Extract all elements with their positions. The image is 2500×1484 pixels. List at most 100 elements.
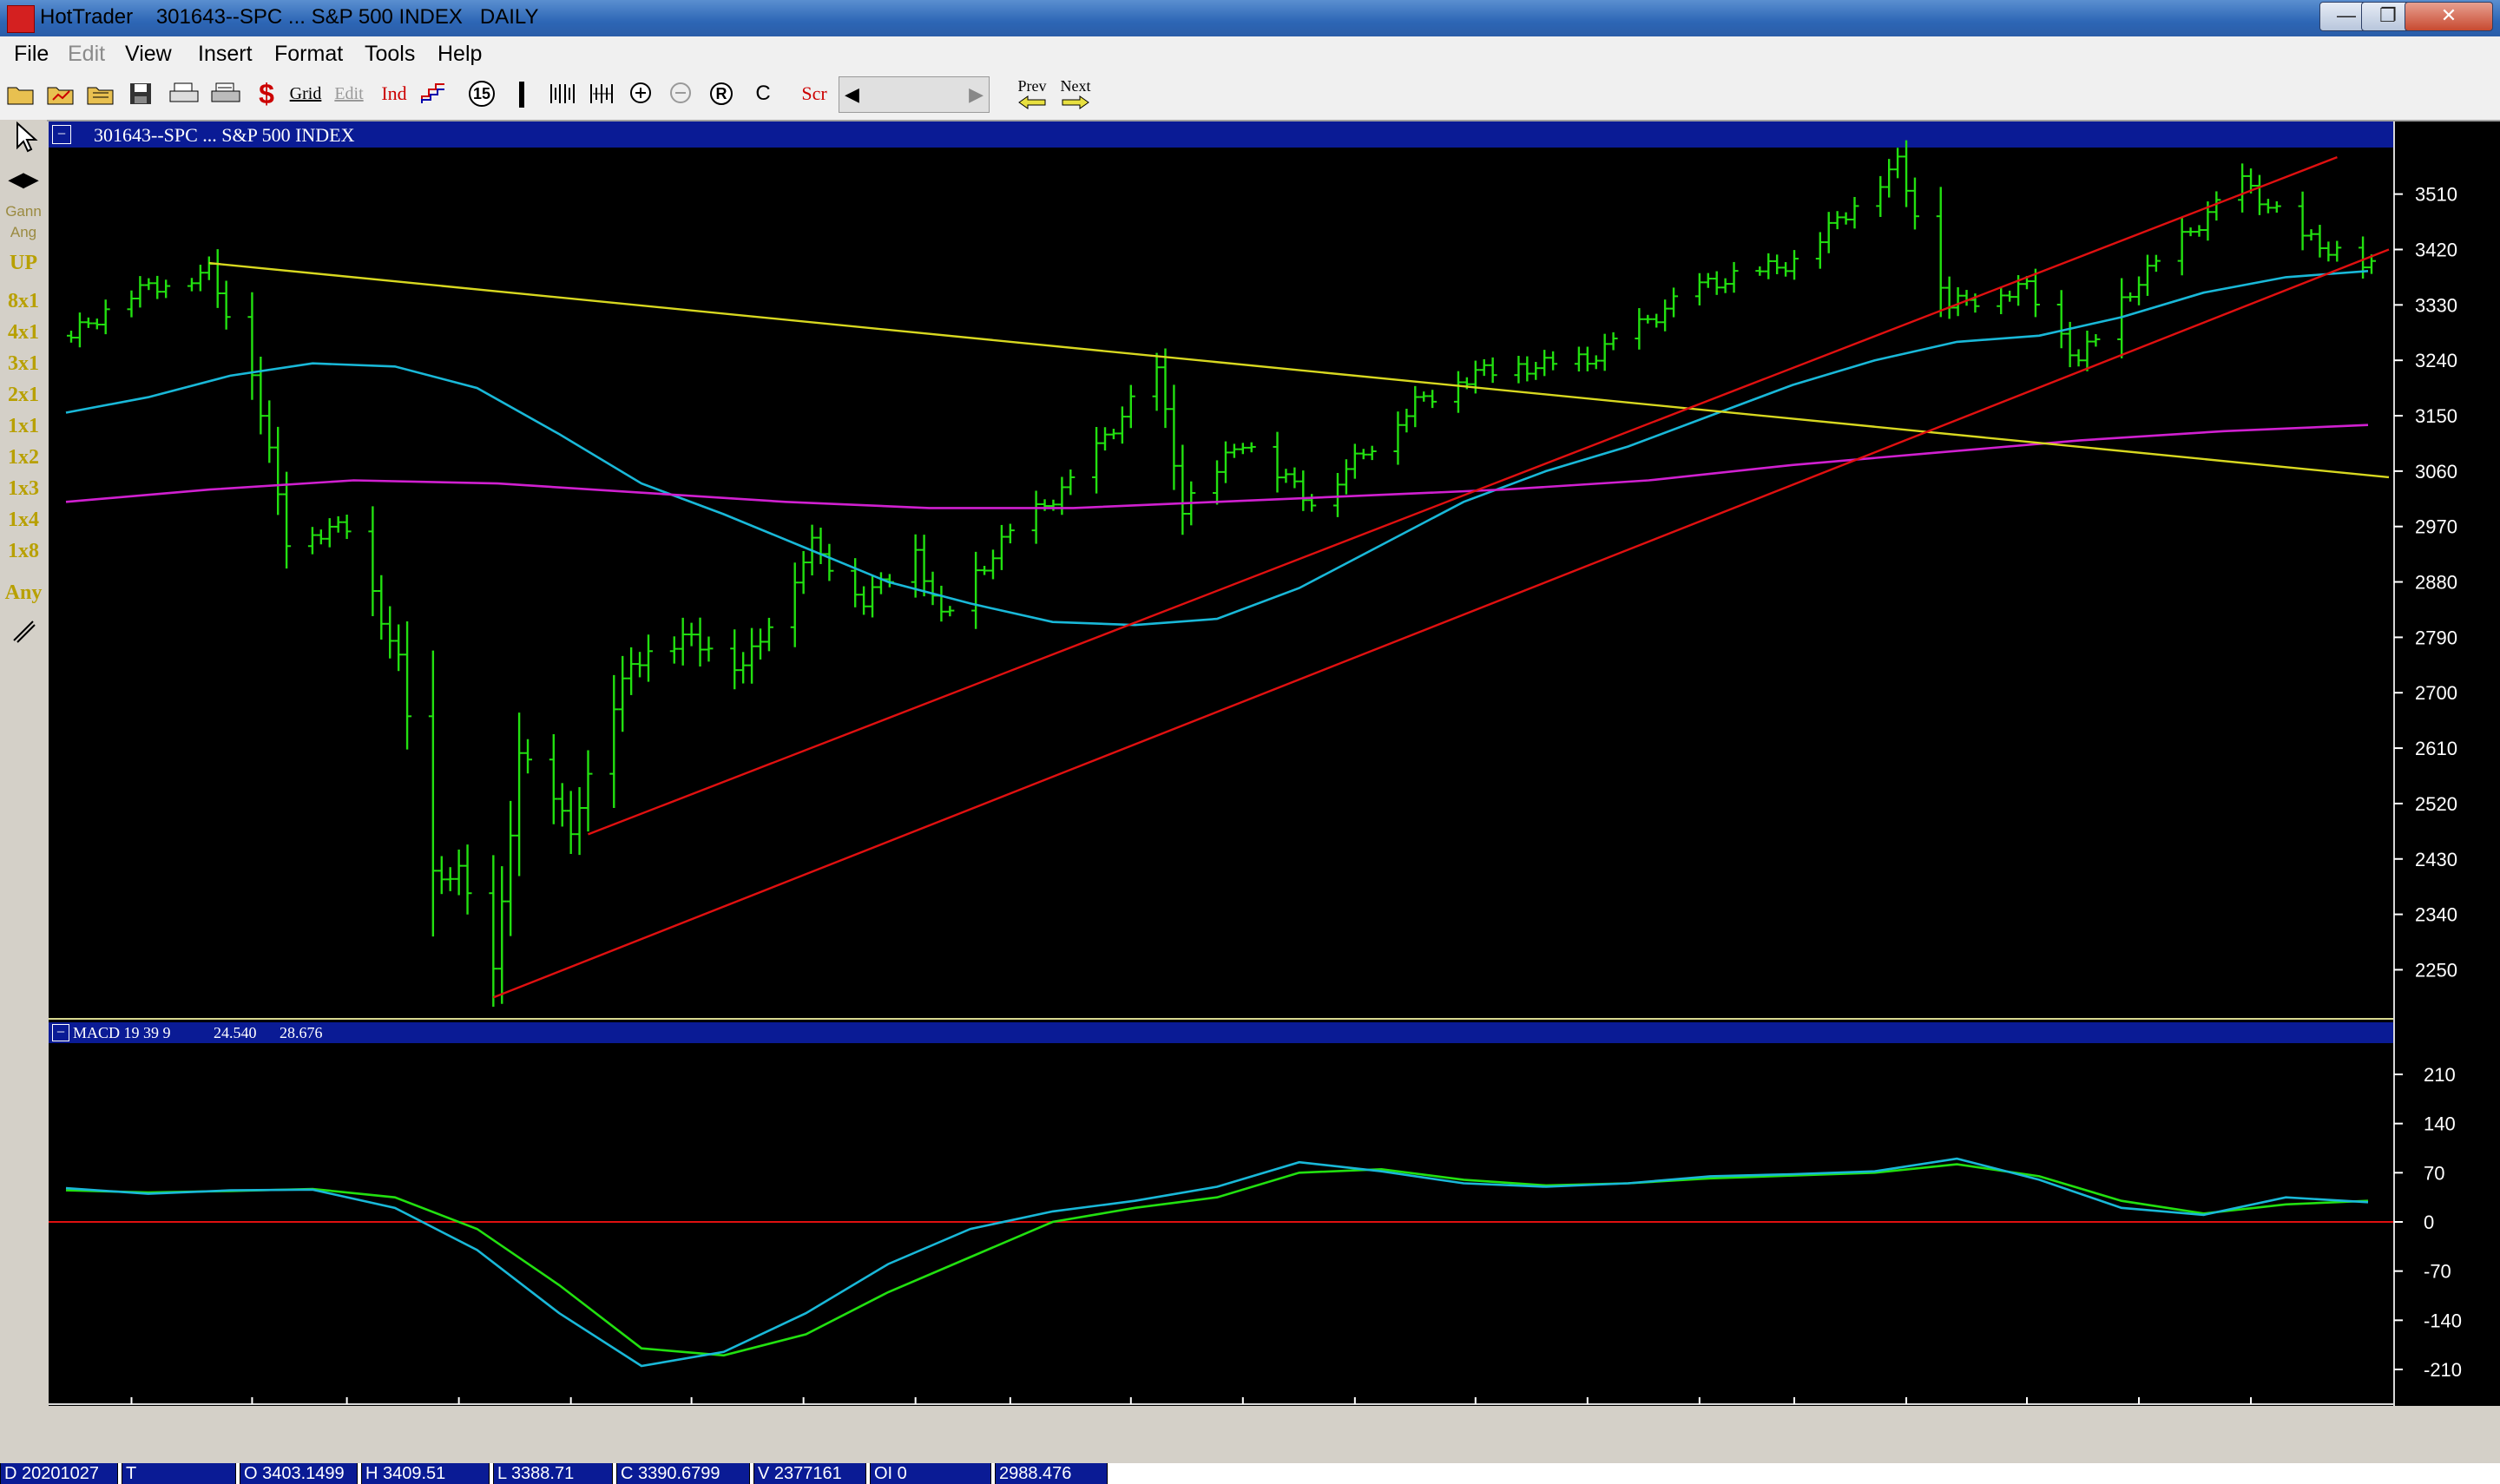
price-bar <box>756 628 766 660</box>
menu-help[interactable]: Help <box>438 42 482 67</box>
price-bar <box>2074 349 2083 367</box>
price-bar <box>1161 348 1170 429</box>
app-icon[interactable] <box>7 5 35 33</box>
price-bar <box>799 550 808 594</box>
dollar-icon[interactable]: $ <box>253 78 280 109</box>
price-bar <box>368 506 378 616</box>
svg-text:15: 15 <box>473 85 490 102</box>
period-badge[interactable]: 15 <box>464 78 500 109</box>
trendline-tool-icon[interactable] <box>0 616 47 652</box>
price-bar <box>273 426 283 515</box>
price-tick-label: 2790 <box>2415 627 2457 648</box>
gann-1x1-button[interactable]: 1x1 <box>0 415 47 438</box>
price-bar <box>980 566 990 575</box>
pointer-arrow-icon[interactable] <box>0 120 47 161</box>
price-bar <box>1549 351 1558 371</box>
redraw-icon[interactable]: R <box>707 78 738 109</box>
indicator-button[interactable]: Ind <box>378 78 410 109</box>
zoom-out-icon[interactable] <box>667 78 698 109</box>
price-bar <box>1290 467 1299 489</box>
menu-file[interactable]: File <box>14 42 49 67</box>
gann-1x4-button[interactable]: 1x4 <box>0 509 47 532</box>
gann-1x8-button[interactable]: 1x8 <box>0 540 47 563</box>
price-bar <box>945 606 955 617</box>
scroll-right-icon[interactable]: ▶ <box>969 83 989 106</box>
price-bar <box>919 535 929 597</box>
price-bar <box>161 279 171 299</box>
menu-view[interactable]: View <box>125 42 172 67</box>
scroll-mode-button[interactable]: Scr <box>797 78 832 109</box>
price-bar <box>583 750 593 832</box>
status-close: C 3390.6799 <box>616 1463 750 1484</box>
menu-edit[interactable]: Edit <box>68 42 105 67</box>
price-bar <box>1523 356 1532 382</box>
prev-button[interactable]: Prev <box>1012 73 1052 115</box>
compress-bars-icon[interactable] <box>547 78 578 109</box>
open-multi-icon[interactable] <box>85 78 116 109</box>
price-bar <box>1815 232 1825 269</box>
macd-tick-label: 140 <box>2424 1113 2456 1135</box>
zoom-in-icon[interactable] <box>627 78 658 109</box>
left-right-arrows-icon[interactable]: ◀▶ <box>0 168 47 191</box>
price-bar <box>394 624 404 672</box>
price-bar <box>1402 408 1411 433</box>
open-chart-icon[interactable] <box>45 78 76 109</box>
close-button[interactable]: ✕ <box>2405 2 2493 31</box>
price-bar <box>1332 473 1342 517</box>
gann-1x2-button[interactable]: 1x2 <box>0 446 47 469</box>
price-bar <box>153 275 162 299</box>
price-bar <box>643 634 653 682</box>
print-setup-icon[interactable] <box>208 78 243 109</box>
chart-scrollbar[interactable]: ◀ ▶ <box>839 76 990 113</box>
menu-insert[interactable]: Insert <box>198 42 253 67</box>
gann-8x1-button[interactable]: 8x1 <box>0 290 47 313</box>
gann-4x1-button[interactable]: 4x1 <box>0 321 47 345</box>
price-bar <box>937 585 946 622</box>
gann-any-button[interactable]: Any <box>0 581 47 605</box>
menu-format[interactable]: Format <box>274 42 343 67</box>
scroll-left-icon[interactable]: ◀ <box>839 83 859 106</box>
save-icon[interactable] <box>125 78 156 109</box>
status-last: 2988.476 <box>995 1463 1108 1484</box>
menu-tools[interactable]: Tools <box>365 42 415 67</box>
price-bar <box>515 712 524 877</box>
grid-button[interactable]: Grid <box>286 78 325 109</box>
price-tick-label: 2700 <box>2415 682 2457 704</box>
gann-1x3-button[interactable]: 1x3 <box>0 477 47 501</box>
price-bar <box>247 292 257 400</box>
price-bar <box>2324 241 2333 262</box>
open-folder-icon[interactable] <box>5 78 36 109</box>
macd-line <box>65 1157 2369 1368</box>
price-bar <box>1574 346 1583 372</box>
price-bar <box>1238 443 1247 455</box>
price-tick-label: 2610 <box>2415 738 2457 759</box>
gann-up-button[interactable]: UP <box>0 252 47 275</box>
price-bar <box>523 739 533 774</box>
price-bar <box>1832 211 1842 230</box>
price-bar <box>2126 292 2135 302</box>
print-icon[interactable] <box>167 78 201 109</box>
price-bar <box>1824 212 1833 253</box>
next-button[interactable]: Next <box>1056 73 1095 115</box>
price-bar <box>1031 490 1041 544</box>
step-chart-icon[interactable] <box>418 78 450 109</box>
price-bar <box>445 867 455 891</box>
c-button[interactable]: C <box>752 78 774 109</box>
price-bar <box>1643 314 1653 324</box>
price-bar <box>1773 254 1782 274</box>
edit-button[interactable]: Edit <box>330 78 368 109</box>
gann-3x1-button[interactable]: 3x1 <box>0 352 47 376</box>
expand-bars-icon[interactable] <box>587 78 618 109</box>
price-bar <box>1411 385 1420 428</box>
gann-2x1-button[interactable]: 2x1 <box>0 384 47 407</box>
chart-canvas[interactable]: 3510 3420 3330 3240 3150 3060 2970 2880 2790 2700… <box>49 121 2500 1406</box>
price-bar <box>1126 384 1135 429</box>
price-bar <box>790 562 799 647</box>
price-bar <box>213 249 222 308</box>
price-bar <box>1152 352 1161 411</box>
price-bar <box>1703 273 1713 288</box>
price-bar <box>1944 276 1954 319</box>
price-bar <box>1953 286 1963 317</box>
price-bar <box>1841 212 1851 225</box>
price-bar <box>1393 411 1403 465</box>
